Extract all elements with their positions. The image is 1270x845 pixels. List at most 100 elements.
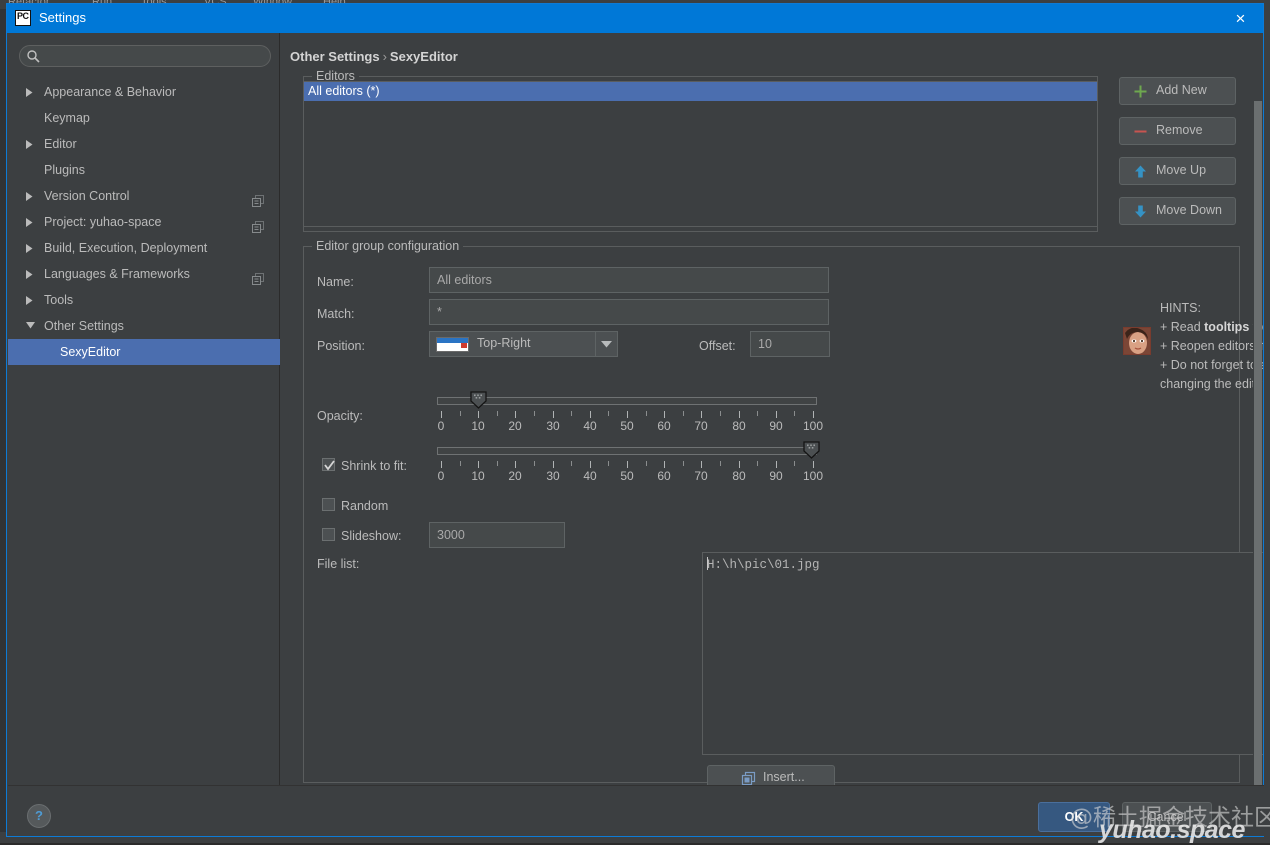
sidebar-item-version-control[interactable]: Version Control <box>8 183 280 209</box>
sidebar-item-label: Editor <box>44 137 77 151</box>
button-label: Move Down <box>1156 203 1222 217</box>
watermark-line-2: yuhao.space <box>1099 816 1245 844</box>
chevron-right-icon[interactable] <box>26 261 38 287</box>
shrink-to-fit-label: Shrink to fit: <box>341 459 407 473</box>
scrollbar-thumb[interactable] <box>1254 101 1262 785</box>
chevron-right-icon[interactable] <box>26 131 38 157</box>
slideshow-checkbox[interactable] <box>322 528 335 541</box>
chevron-right-icon[interactable] <box>26 183 38 209</box>
slider-ticks <box>437 411 817 419</box>
slider-tick-label: 100 <box>802 469 824 483</box>
add-new-button[interactable]: Add New <box>1119 77 1236 105</box>
opacity-slider[interactable]: 0 10 20 30 40 50 60 70 80 90 100 <box>437 391 823 437</box>
sidebar-item-project-yuhao-space[interactable]: Project: yuhao-space <box>8 209 280 235</box>
slider-tick-label: 60 <box>657 419 671 433</box>
name-field[interactable]: All editors <box>429 267 829 293</box>
config-groupbox-title: Editor group configuration <box>312 239 464 253</box>
slider-thumb[interactable] <box>803 441 820 459</box>
sidebar-item-tools[interactable]: Tools <box>8 287 280 313</box>
checkmark-icon <box>324 460 335 471</box>
editors-action-buttons: Add New Remove Move Up Move Down <box>1119 77 1237 237</box>
position-label: Position: <box>317 339 365 353</box>
hint-emphasis: tooltips <box>1204 320 1250 334</box>
slider-tick-label: 60 <box>657 469 671 483</box>
sidebar-item-label: Version Control <box>44 189 130 203</box>
sidebar-item-editor[interactable]: Editor <box>8 131 280 157</box>
editors-list-item[interactable]: All editors (*) <box>304 82 1097 101</box>
breadcrumb-root[interactable]: Other Settings <box>290 49 380 64</box>
insert-button[interactable]: Insert... <box>707 765 835 785</box>
slider-tick-label: 40 <box>583 469 597 483</box>
sidebar-item-label: Appearance & Behavior <box>44 85 177 99</box>
sidebar-item-sexyeditor[interactable]: SexyEditor <box>8 339 280 365</box>
sidebar-item-languages-frameworks[interactable]: Languages & Frameworks <box>8 261 280 287</box>
file-list-textarea[interactable]: H:\h\pic\01.jpg <box>702 552 1263 755</box>
slider-tick-label: 50 <box>620 469 634 483</box>
chevron-right-icon[interactable] <box>26 287 38 313</box>
sidebar-item-appearance-behavior[interactable]: Appearance & Behavior <box>8 79 280 105</box>
slider-tick-label: 30 <box>546 469 560 483</box>
copy-settings-icon[interactable] <box>252 268 264 285</box>
search-input[interactable] <box>19 45 271 67</box>
copy-settings-icon[interactable] <box>252 216 264 233</box>
editors-list[interactable]: All editors (*) <box>303 81 1098 227</box>
slider-tick-label: 30 <box>546 419 560 433</box>
chevron-down-icon[interactable] <box>595 332 617 356</box>
close-icon[interactable]: × <box>1218 4 1263 33</box>
sidebar-item-other-settings[interactable]: Other Settings <box>8 313 280 339</box>
minus-icon <box>1133 124 1148 139</box>
help-button[interactable]: ? <box>27 804 51 828</box>
copy-settings-icon[interactable] <box>252 190 264 207</box>
slider-tick-label: 50 <box>620 419 634 433</box>
match-field[interactable]: * <box>429 299 829 325</box>
sidebar-item-build-execution-deployment[interactable]: Build, Execution, Deployment <box>8 235 280 261</box>
slider-tick-label: 100 <box>802 419 824 433</box>
slider-ticks <box>437 461 817 469</box>
slider-tick-label: 0 <box>437 419 445 433</box>
settings-content: Other Settings › SexyEditor Editors All ed… <box>280 33 1263 785</box>
slider-tick-label: 70 <box>694 469 708 483</box>
sidebar-item-label: Other Settings <box>44 319 124 333</box>
chevron-right-icon[interactable] <box>26 79 38 105</box>
slider-tick-label: 40 <box>583 419 597 433</box>
slider-tick-label: 0 <box>437 469 445 483</box>
sidebar-item-label: Tools <box>44 293 74 307</box>
dialog-title: Settings <box>39 10 86 25</box>
random-checkbox[interactable] <box>322 498 335 511</box>
position-top-right-icon <box>436 337 469 352</box>
slider-track[interactable] <box>437 447 817 455</box>
offset-field[interactable]: 10 <box>750 331 830 357</box>
random-label: Random <box>341 499 389 513</box>
button-label: Remove <box>1156 123 1203 137</box>
button-label: Move Up <box>1156 163 1207 177</box>
slider-tick-labels: 0 10 20 30 40 50 60 70 80 90 100 <box>437 419 823 433</box>
slideshow-interval-field[interactable]: 3000 <box>429 522 565 548</box>
slider-thumb[interactable] <box>470 391 487 409</box>
slider-tick-label: 90 <box>769 469 783 483</box>
breadcrumb: Other Settings › SexyEditor <box>290 49 458 64</box>
shrink-slider[interactable]: 0 10 20 30 40 50 60 70 80 90 100 <box>437 441 823 487</box>
settings-sidebar: Appearance & Behavior Keymap Editor Plugins… <box>8 33 280 785</box>
sidebar-item-label: Languages & Frameworks <box>44 267 190 281</box>
move-up-button[interactable]: Move Up <box>1119 157 1236 185</box>
arrow-up-icon <box>1133 164 1148 179</box>
sidebar-item-label: SexyEditor <box>60 345 121 359</box>
arrow-down-icon <box>1133 204 1148 219</box>
name-label: Name: <box>317 275 354 289</box>
chevron-right-icon[interactable] <box>26 235 38 261</box>
hints-block: HINTS: + Read tooltips for more help. + Re… <box>1160 299 1263 394</box>
breadcrumb-separator: › <box>382 49 387 64</box>
move-down-button[interactable]: Move Down <box>1119 197 1236 225</box>
shrink-to-fit-checkbox[interactable] <box>322 458 335 471</box>
sidebar-item-plugins[interactable]: Plugins <box>8 157 280 183</box>
position-select[interactable]: Top-Right <box>429 331 618 357</box>
slider-track[interactable] <box>437 397 817 405</box>
remove-button[interactable]: Remove <box>1119 117 1236 145</box>
slider-tick-label: 20 <box>508 469 522 483</box>
chevron-right-icon[interactable] <box>26 209 38 235</box>
chevron-down-icon[interactable] <box>26 313 38 339</box>
slider-tick-label: 90 <box>769 419 783 433</box>
content-scrollbar[interactable] <box>1253 93 1262 785</box>
insert-icon <box>741 771 756 785</box>
sidebar-item-keymap[interactable]: Keymap <box>8 105 280 131</box>
